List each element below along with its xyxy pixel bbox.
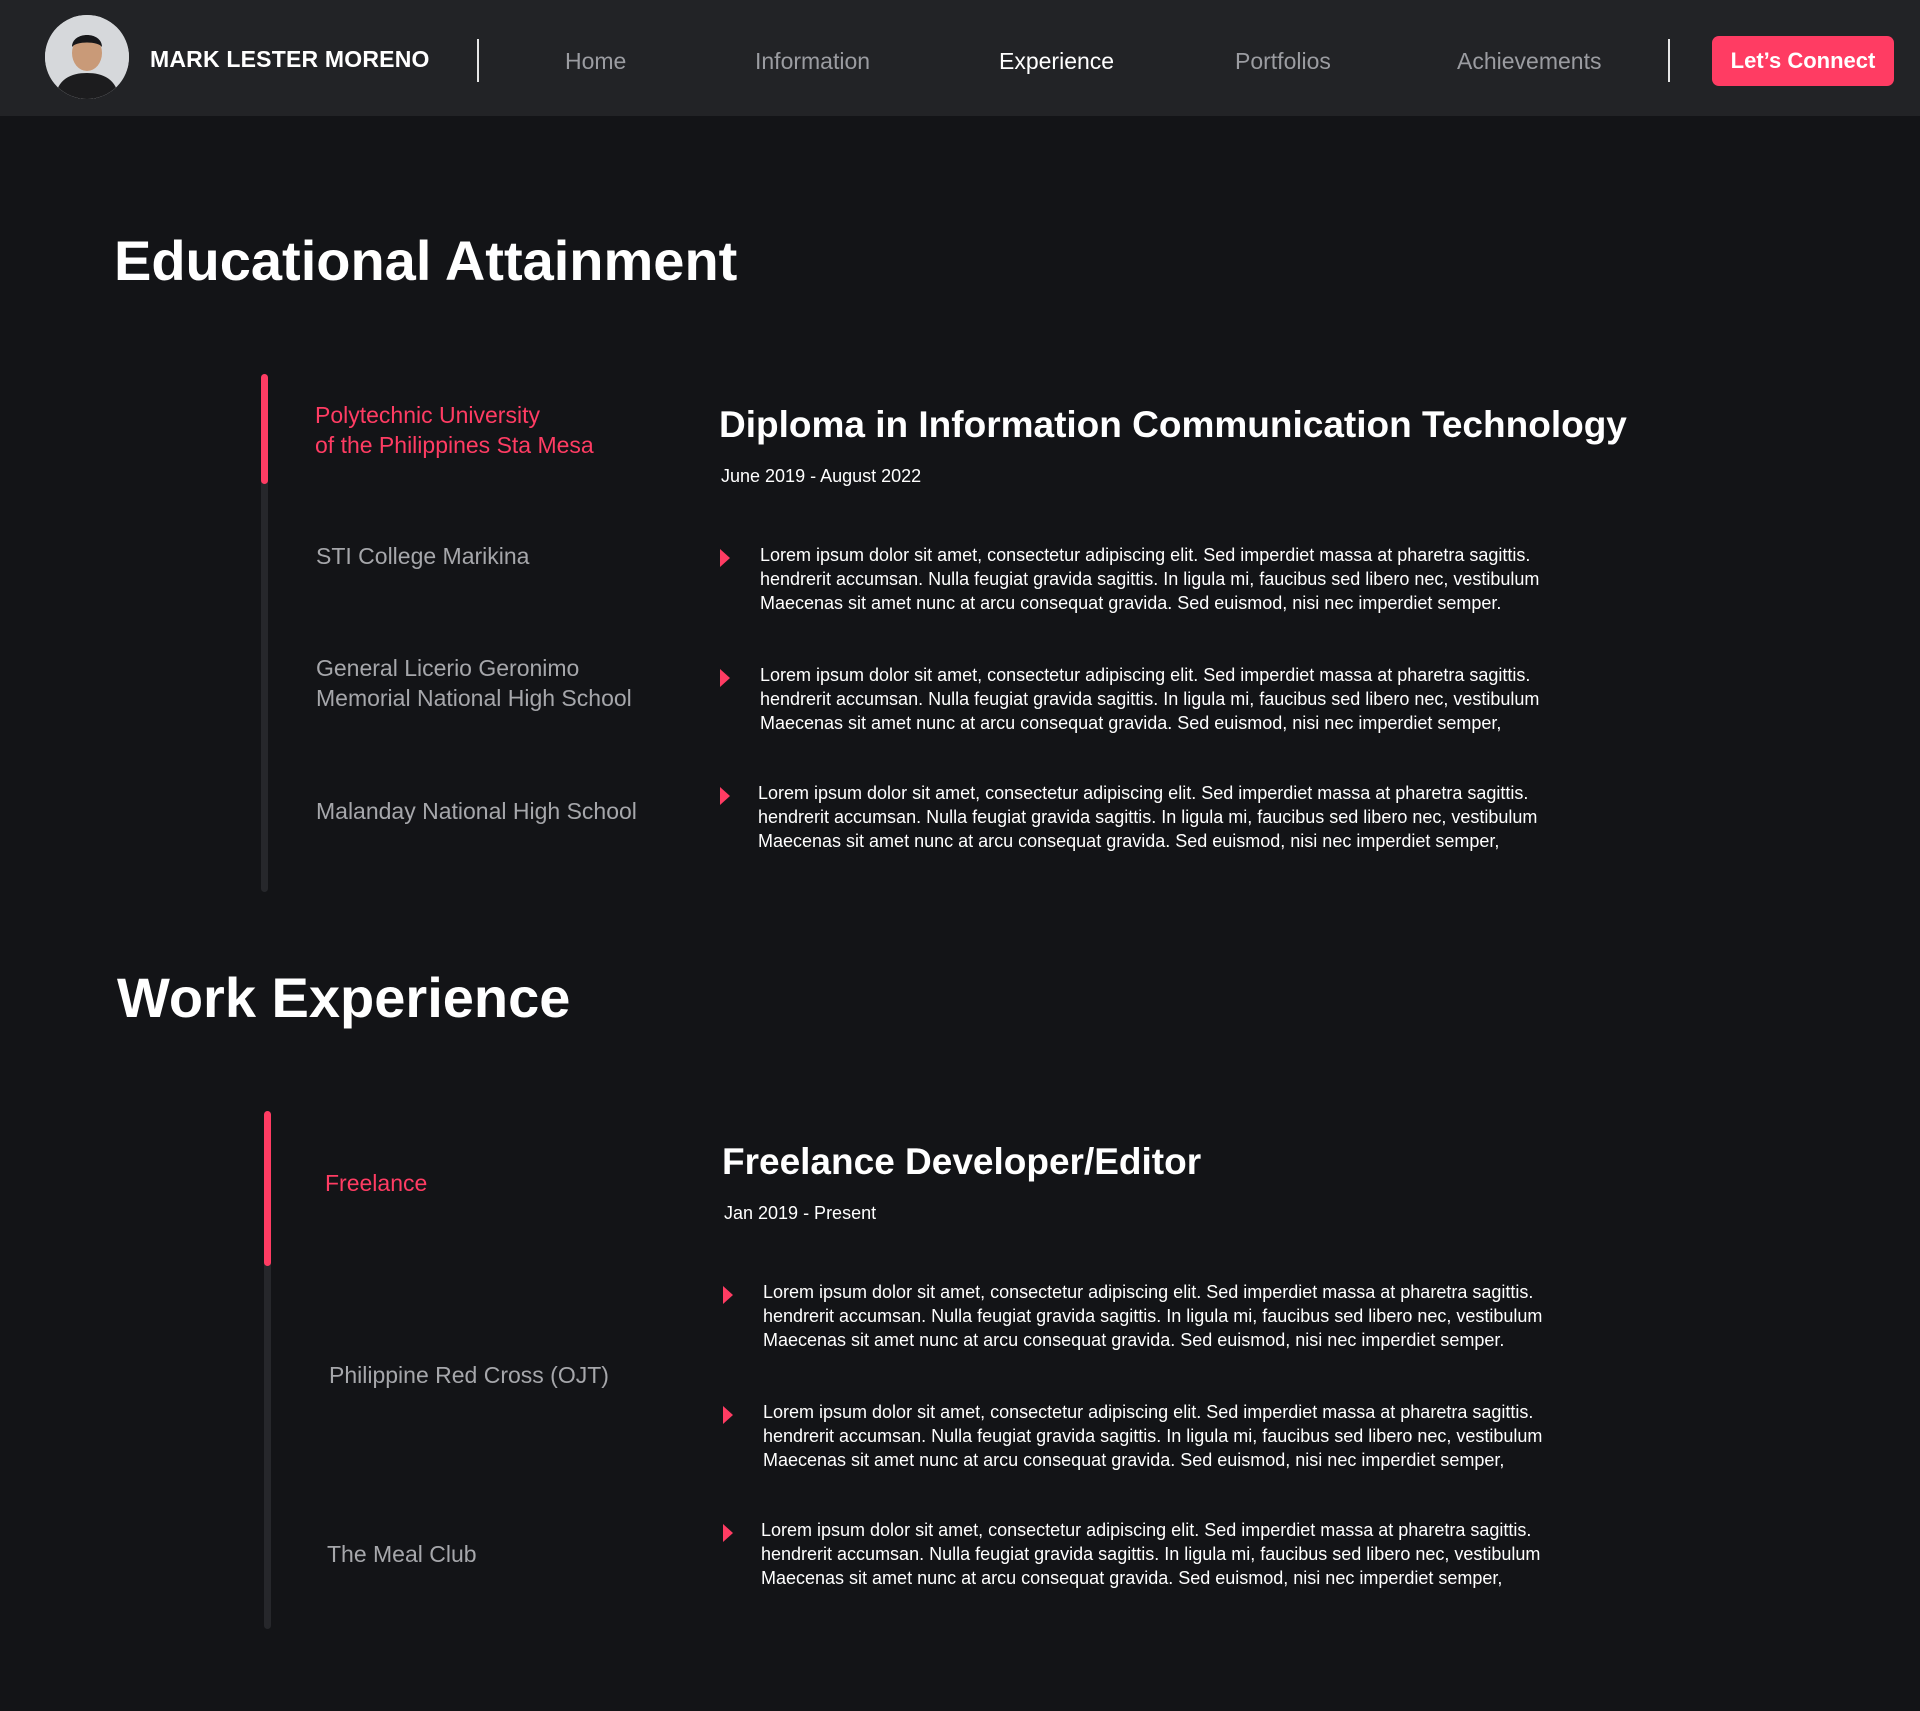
work-detail-date: Jan 2019 - Present	[724, 1203, 877, 1223]
caret-right-icon	[720, 787, 730, 805]
work-timeline-track	[264, 1111, 271, 1629]
education-detail-date: June 2019 - August 2022	[721, 466, 922, 486]
education-timeline-track	[261, 374, 268, 892]
brand-name[interactable]: MARK LESTER MORENO	[150, 46, 430, 73]
top-navbar: MARK LESTER MORENO Home Information Expe…	[0, 0, 1920, 116]
profile-photo-icon	[45, 15, 129, 99]
nav-divider-right	[1668, 39, 1670, 82]
avatar[interactable]	[45, 15, 129, 99]
nav-link-experience[interactable]: Experience	[999, 48, 1114, 75]
work-detail-title: Freelance Developer/Editor	[722, 1141, 1202, 1182]
education-item-sti[interactable]: STI College Marikina	[316, 541, 529, 571]
education-detail-title: Diploma in Information Communication Tec…	[719, 404, 1627, 445]
education-section-title: Educational Attainment	[114, 229, 738, 292]
work-timeline-indicator	[264, 1111, 271, 1266]
nav-link-information[interactable]: Information	[755, 48, 870, 75]
work-section-title: Work Experience	[117, 966, 571, 1029]
caret-right-icon	[723, 1406, 733, 1424]
education-item-glgmnhs[interactable]: General Licerio Geronimo Memorial Nation…	[316, 653, 632, 713]
nav-link-home[interactable]: Home	[565, 48, 626, 75]
caret-right-icon	[723, 1286, 733, 1304]
education-item-malanday[interactable]: Malanday National High School	[316, 796, 637, 826]
education-timeline-indicator	[261, 374, 268, 484]
work-item-red-cross[interactable]: Philippine Red Cross (OJT)	[329, 1360, 609, 1390]
education-item-pup[interactable]: Polytechnic University of the Philippine…	[315, 400, 594, 460]
work-item-freelance[interactable]: Freelance	[325, 1168, 427, 1198]
nav-divider-left	[477, 39, 479, 82]
caret-right-icon	[720, 669, 730, 687]
nav-link-portfolios[interactable]: Portfolios	[1235, 48, 1331, 75]
lets-connect-button[interactable]: Let’s Connect	[1712, 36, 1894, 86]
nav-link-achievements[interactable]: Achievements	[1457, 48, 1601, 75]
caret-right-icon	[723, 1524, 733, 1542]
work-item-meal-club[interactable]: The Meal Club	[327, 1539, 477, 1569]
caret-right-icon	[720, 549, 730, 567]
